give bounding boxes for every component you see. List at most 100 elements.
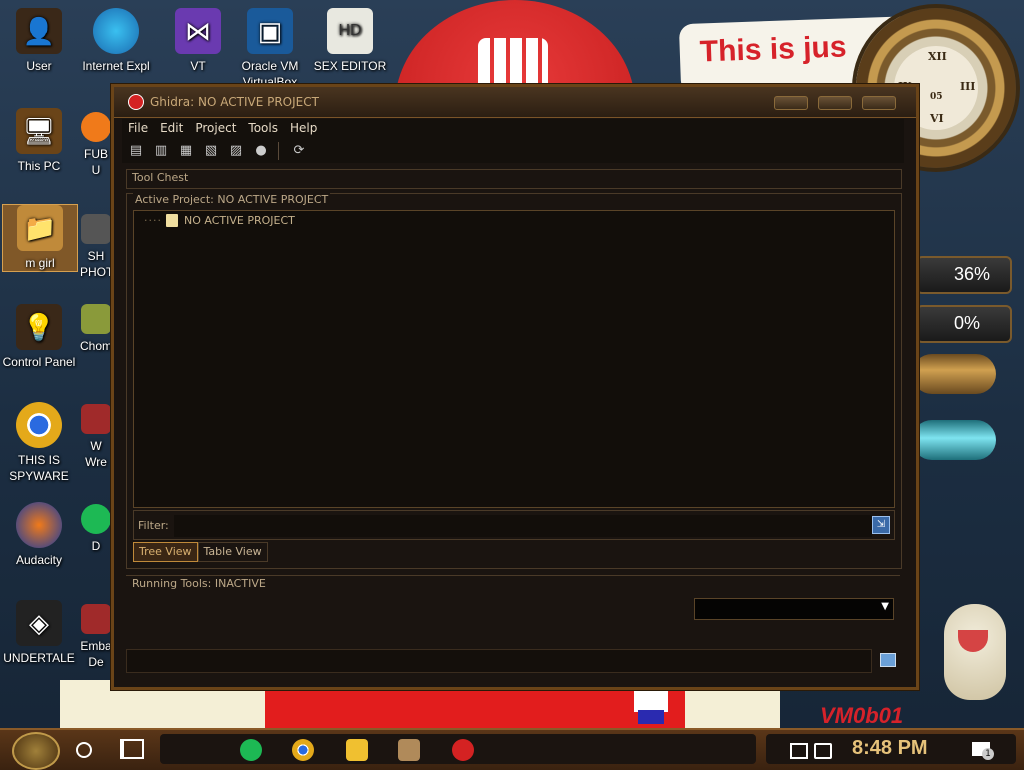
spotify-icon [81,504,111,534]
desktop-icon-undertale[interactable]: ◈ UNDERTALE [0,600,80,666]
desktop-icon-chom[interactable]: Chom [80,304,112,354]
desktop-icon-label: Emba De [80,639,112,669]
maximize-button[interactable] [818,96,852,110]
desktop-icon-label: FUB U [84,147,108,177]
user-icon: 👤 [16,8,62,54]
delete-project-icon[interactable]: ▨ [227,142,245,160]
desktop-icon-audacity[interactable]: Audacity [0,502,80,568]
tree-connector: ···· [144,214,162,227]
desktop-icon-visual-studio[interactable]: ⋈ VT [158,8,238,74]
filter-label: Filter: [138,519,169,532]
desktop-icon-wre[interactable]: W Wre [80,404,112,470]
desktop-icon-control-panel[interactable]: 💡 Control Panel [0,304,80,370]
desktop-icon-gimp[interactable]: SH PHOT [80,214,112,280]
view-tabs: Tree View Table View [133,542,268,562]
gimp-icon [81,214,111,244]
notification-icon[interactable]: 1 [972,742,994,760]
desktop-icon-chrome[interactable]: THIS IS SPYWARE [0,402,80,484]
file-explorer-icon[interactable] [346,739,368,761]
menu-help[interactable]: Help [284,119,323,137]
toolbar-separator [278,142,279,160]
menu-file[interactable]: File [122,119,154,137]
hxd-icon: HD [327,8,373,54]
filter-input[interactable] [174,515,872,537]
wallpaper-bottom-red [265,684,685,730]
wallpaper-banner-text: This is jus [699,30,848,69]
gauge-value: 36% [954,264,991,284]
app-icon [81,604,111,634]
ghidra-icon[interactable] [452,739,474,761]
ghidra-icon [128,94,144,110]
wallpaper-tube [912,420,996,460]
chrome-icon [16,402,62,448]
menu-bar: File Edit Project Tools Help [122,119,904,139]
spotify-icon[interactable] [240,739,262,761]
task-view-icon[interactable] [120,739,144,759]
desktop-icon-label: This PC [17,159,61,173]
new-project-icon[interactable]: ▤ [127,142,145,160]
cartoon-pants [638,710,664,724]
clock-numeral-12: XII [928,50,947,63]
desktop-icon-firefox[interactable]: FUB U [80,112,112,178]
open-project-icon[interactable]: ▥ [152,142,170,160]
running-tools-label: Running Tools: INACTIVE [132,577,266,590]
notification-count: 1 [982,748,994,760]
ghidra-project-window: Ghidra: NO ACTIVE PROJECT File Edit Projec… [111,84,919,690]
minimize-button[interactable] [774,96,808,110]
audacity-icon [16,502,62,548]
console-icon[interactable] [880,653,896,667]
running-tools-panel: Running Tools: INACTIVE ▼ [126,575,900,628]
close-project-icon[interactable]: ▦ [177,142,195,160]
desktop-icon-hex-editor[interactable]: HD SEX EDITOR [310,8,390,74]
taskbar-clock[interactable]: 8:48 PM [852,737,928,760]
desktop-icon-label: THIS IS SPYWARE [9,453,69,483]
network-icon[interactable] [790,743,808,759]
filter-options-icon[interactable]: ⇲ [872,516,890,534]
computer-icon: 🖥 [16,108,62,154]
desktop-icon-user[interactable]: 👤 User [0,8,80,74]
window-title: Ghidra: NO ACTIVE PROJECT [150,95,319,109]
desktop-icon-label: Chom [80,339,112,353]
desktop-icon-label: SEX EDITOR [313,59,387,73]
archive-icon[interactable]: ● [252,142,270,160]
control-panel-icon: 💡 [16,304,62,350]
start-button[interactable] [12,732,60,770]
chrome-icon[interactable] [292,739,314,761]
gauge-value: 0% [954,313,981,333]
window-titlebar[interactable]: Ghidra: NO ACTIVE PROJECT [114,87,916,118]
wallpaper-vm-text: VM0b01 [820,703,904,728]
menu-tools[interactable]: Tools [242,119,284,137]
desktop-icon-label: D [91,539,101,553]
project-tree[interactable]: ···· NO ACTIVE PROJECT [133,210,895,508]
refresh-icon[interactable]: ⟳ [290,142,308,160]
desktop-icon-label: User [26,59,52,73]
game-icon[interactable] [398,739,420,761]
menu-project[interactable]: Project [189,119,242,137]
folder-icon: 📁 [17,205,63,251]
save-project-icon[interactable]: ▧ [202,142,220,160]
desktop-icon-virtualbox[interactable]: ▣ Oracle VM VirtualBox [230,8,310,90]
desktop-icon-embarcadero[interactable]: Emba De [80,604,112,670]
volume-muted-icon[interactable] [814,743,832,759]
tab-tree-view[interactable]: Tree View [133,542,198,562]
tool-chest-label: Tool Chest [132,171,189,184]
unity-icon: ◈ [16,600,62,646]
filter-bar: Filter: ⇲ [133,510,895,540]
desktop-icon-folder[interactable]: 📁 m girl [2,204,78,272]
desktop-icon-this-pc[interactable]: 🖥 This PC [0,108,80,174]
desktop-icon-internet-explorer[interactable]: Internet Expl [76,8,156,74]
tab-table-view[interactable]: Table View [197,542,268,562]
menu-edit[interactable]: Edit [154,119,189,137]
search-icon[interactable] [76,742,92,758]
close-button[interactable] [862,96,896,110]
running-tools-select[interactable]: ▼ [694,598,894,620]
desktop-icon-label: Internet Expl [82,59,150,73]
taskbar: 8:48 PM 1 [0,728,1024,770]
edge-icon [93,8,139,54]
clock-subdial: 05 [930,92,943,102]
tree-root-node[interactable]: ···· NO ACTIVE PROJECT [144,214,295,227]
desktop-icon-spotify[interactable]: D [80,504,112,554]
desktop-icon-label: Control Panel [2,355,76,369]
hamster-mouth [958,630,988,652]
toolbar: ▤ ▥ ▦ ▧ ▨ ● ⟳ [122,139,904,163]
